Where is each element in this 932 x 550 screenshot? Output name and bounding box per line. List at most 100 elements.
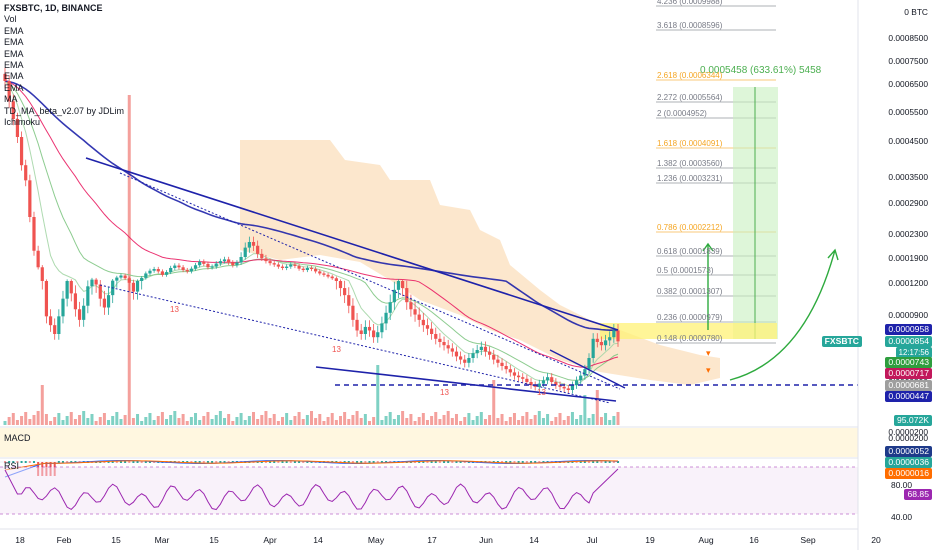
candle-body xyxy=(579,375,583,381)
volume-bar xyxy=(322,421,326,425)
volume-bar xyxy=(595,390,599,425)
candle-body xyxy=(434,334,438,339)
candle-body xyxy=(471,353,475,358)
volume-bar xyxy=(430,416,434,425)
volume-bar xyxy=(231,421,235,425)
legend-indicator[interactable]: TD_MA_beta_v2.07 by JDLim xyxy=(4,106,124,117)
time-axis-label: 17 xyxy=(427,535,437,545)
candle-body xyxy=(90,279,94,287)
volume-bar xyxy=(256,419,260,425)
time-axis-label: 16 xyxy=(749,535,759,545)
legend-indicator[interactable]: EMA xyxy=(4,71,124,82)
candle-body xyxy=(351,305,355,320)
legend-indicator[interactable]: EMA xyxy=(4,49,124,60)
volume-bar xyxy=(86,418,90,425)
chart-canvas[interactable]: ▾▾ xyxy=(0,0,932,550)
fib-label: 3.618 (0.0008596) xyxy=(657,21,723,30)
candle-body xyxy=(334,278,338,281)
fib-label: 4.236 (0.0009988) xyxy=(657,0,723,6)
candle-body xyxy=(459,356,463,360)
volume-bar xyxy=(566,416,570,425)
legend-indicator[interactable]: EMA xyxy=(4,83,124,94)
time-axis-label: Apr xyxy=(263,535,277,545)
candle-body xyxy=(450,348,454,352)
time-axis-label: 15 xyxy=(209,535,219,545)
price-label-upper-trend: 0.0000958 xyxy=(885,324,932,335)
legend-indicator[interactable]: EMA xyxy=(4,60,124,71)
volume-bar xyxy=(438,419,442,425)
candle-body xyxy=(152,269,156,271)
volume-bar xyxy=(252,412,256,425)
macd-hist-label: 0.0000016 xyxy=(885,468,932,479)
candle-body xyxy=(595,338,599,342)
volume-bar xyxy=(223,418,227,425)
time-axis-label: Jul xyxy=(586,535,598,545)
volume-bar xyxy=(347,419,351,425)
candle-body xyxy=(214,263,218,267)
volume-bar xyxy=(372,417,376,425)
candle-body xyxy=(181,267,185,271)
macd-hist xyxy=(24,461,27,463)
volume-bar xyxy=(450,418,454,425)
candle-body xyxy=(272,263,276,265)
candle-body xyxy=(425,325,430,329)
candle-body xyxy=(77,309,82,320)
candle-body xyxy=(156,269,160,272)
volume-bar xyxy=(599,417,603,425)
candle-body xyxy=(40,267,44,281)
candle-body xyxy=(384,312,388,324)
volume-bar xyxy=(517,420,521,425)
candle-body xyxy=(583,369,587,376)
candle-body xyxy=(297,265,301,269)
candle-body xyxy=(73,293,78,310)
candle-body xyxy=(570,385,575,390)
legend-indicator[interactable]: Vol xyxy=(4,14,124,25)
price-axis-label: 0 BTC xyxy=(904,7,928,17)
candle-body xyxy=(330,276,334,279)
legend-indicator[interactable]: MA xyxy=(4,94,124,105)
volume-bar xyxy=(608,420,612,425)
fib-label: 0.148 (0.0000780) xyxy=(657,334,723,343)
macd-title[interactable]: MACD xyxy=(4,433,31,443)
volume-bar xyxy=(326,417,330,425)
volume-bar xyxy=(73,419,77,425)
volume-bar xyxy=(20,416,24,425)
macd-bg xyxy=(0,428,858,457)
volume-bar xyxy=(479,412,483,425)
candle-body xyxy=(251,242,256,246)
candle-body xyxy=(599,342,604,346)
time-axis-label: 19 xyxy=(645,535,655,545)
time-axis-label: Sep xyxy=(800,535,816,545)
legend-indicator[interactable]: EMA xyxy=(4,26,124,37)
volume-bar xyxy=(496,418,500,425)
volume-bar xyxy=(355,411,359,425)
candle-body xyxy=(202,261,206,264)
candle-body xyxy=(463,359,467,363)
candle-body xyxy=(276,264,280,267)
volume-bar xyxy=(446,411,450,425)
price-axis-label: 0.0008500 xyxy=(888,33,928,43)
volume-bar xyxy=(367,421,371,425)
volume-bar xyxy=(467,413,471,425)
candle-body xyxy=(566,388,570,390)
legend-indicator[interactable]: EMA xyxy=(4,37,124,48)
volume-bar xyxy=(173,411,177,425)
volume-bar xyxy=(107,420,111,425)
candle-body xyxy=(98,284,102,299)
rsi-title[interactable]: RSI xyxy=(4,461,19,471)
volume-bar xyxy=(575,419,579,425)
volume-bar xyxy=(82,411,86,425)
price-axis-label: 0.0002900 xyxy=(888,198,928,208)
volume-bar xyxy=(36,411,40,425)
candle-body xyxy=(392,289,396,303)
candle-body xyxy=(148,270,152,274)
legend-title[interactable]: FXSBTC, 1D, BINANCE xyxy=(4,3,124,14)
candle-body xyxy=(119,275,123,278)
volume-bar xyxy=(24,412,28,425)
candle-body xyxy=(57,316,61,334)
fib-label: 0.786 (0.0002212) xyxy=(657,223,723,232)
legend-indicator[interactable]: Ichimoku xyxy=(4,117,124,128)
macd-hist xyxy=(32,461,35,463)
volume-bar xyxy=(558,413,562,425)
price-axis-label: 0.0003500 xyxy=(888,172,928,182)
